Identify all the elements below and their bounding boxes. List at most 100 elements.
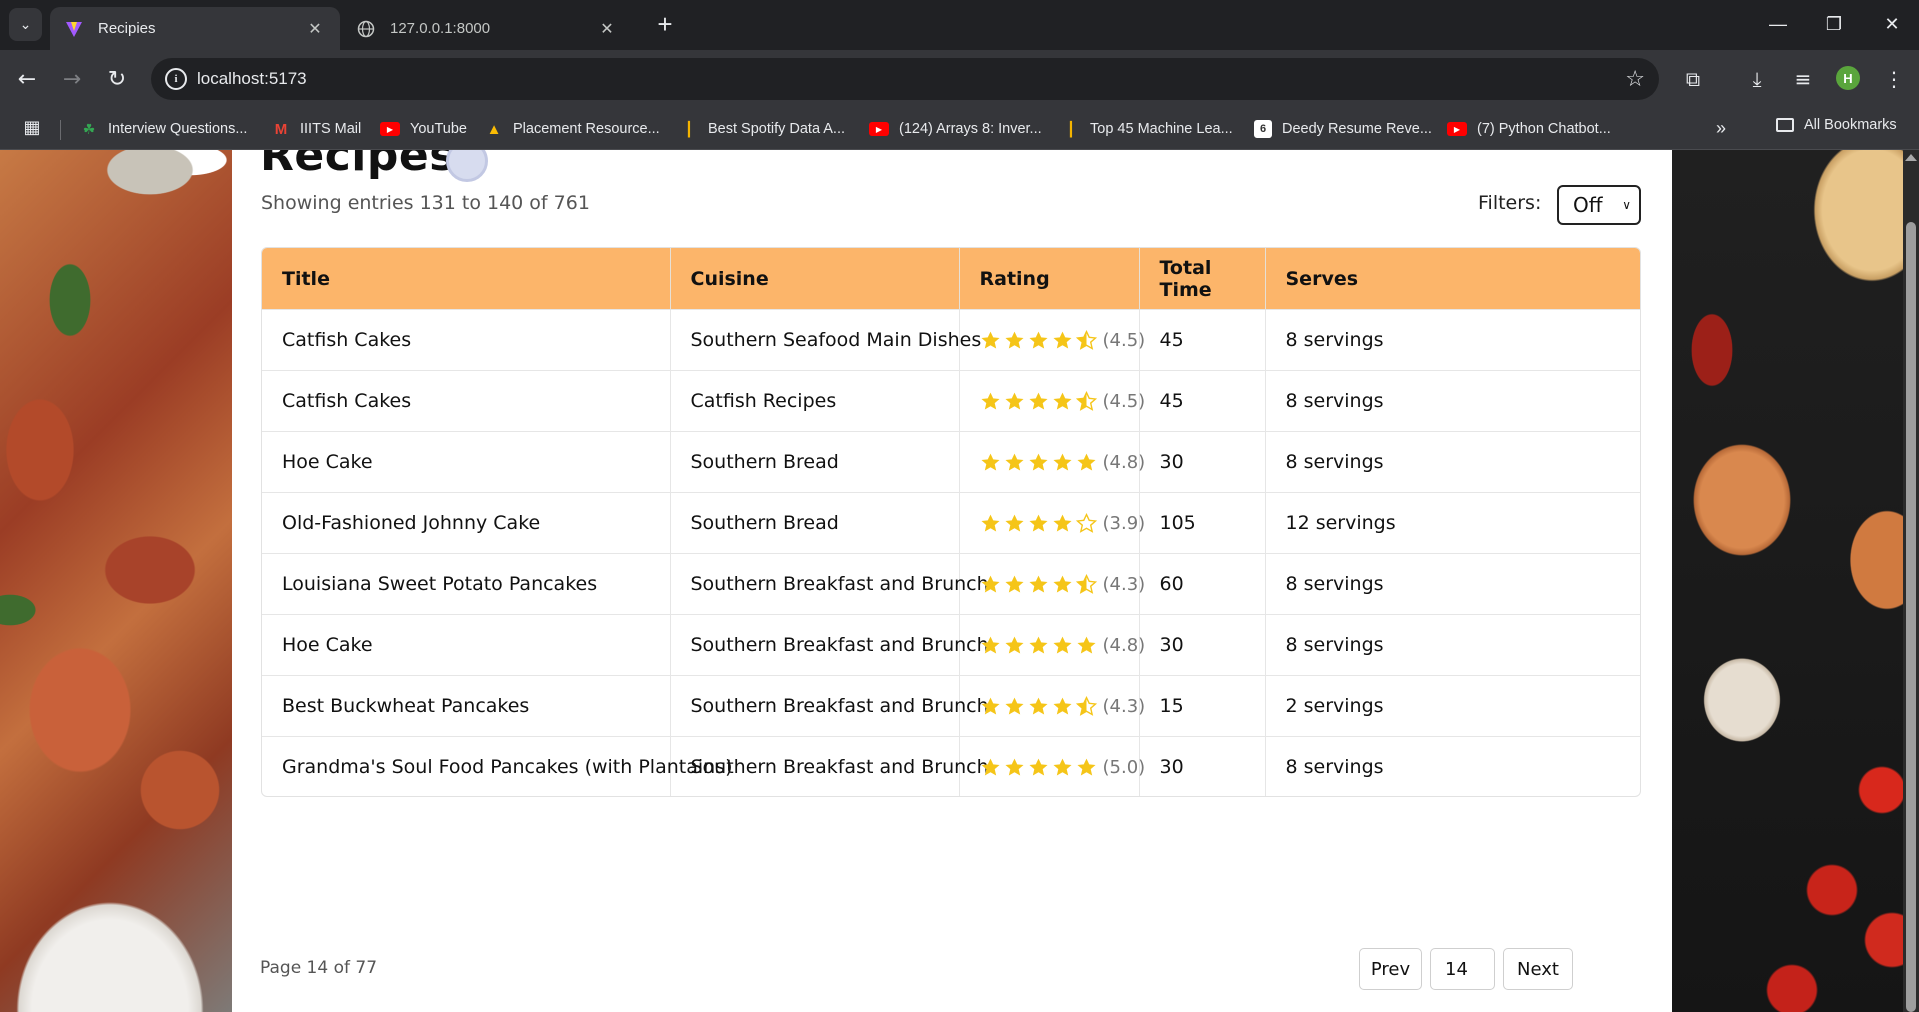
site-info-icon[interactable]: i (165, 68, 187, 90)
star-full-icon (1004, 758, 1024, 776)
star-full-icon (1052, 514, 1072, 532)
tab-title: 127.0.0.1:8000 (390, 20, 491, 37)
all-bookmarks[interactable]: All Bookmarks (1776, 117, 1897, 133)
ingredients-background-image (1672, 150, 1919, 1012)
more-bookmarks-icon[interactable]: » (1716, 118, 1726, 139)
page-title: Recipes (260, 150, 456, 181)
cell-serves: 8 servings (1265, 614, 1640, 676)
table-row[interactable]: Best Buckwheat Pancakes Southern Breakfas… (262, 675, 1640, 737)
star-full-icon (1004, 697, 1024, 715)
restore-icon[interactable]: ❐ (1814, 6, 1854, 42)
bookmark-machine-learning[interactable]: ┃ Top 45 Machine Lea... (1062, 117, 1233, 141)
star-half-icon (1075, 391, 1097, 411)
deedy-icon: 6 (1254, 120, 1272, 138)
table-row[interactable]: Hoe Cake Southern Breakfast and Brunch (4.… (262, 614, 1640, 676)
column-header-cuisine[interactable]: Cuisine (670, 248, 960, 310)
cell-total-time: 30 (1139, 431, 1266, 493)
minimize-icon[interactable]: — (1758, 6, 1798, 42)
browser-toolbar: ← → ↻ i localhost:5173 ☆ ⧉ ⤓ ≡ ⋮ (0, 50, 1919, 108)
bookmark-interview-questions[interactable]: ☘ Interview Questions... (80, 117, 248, 141)
rating-stars (980, 513, 1097, 534)
star-full-icon (1076, 453, 1096, 471)
table-row[interactable]: Catfish Cakes Catfish Recipes (4.5) 45 8 ser… (262, 370, 1640, 432)
table-row[interactable]: Grandma's Soul Food Pancakes (with Plant… (262, 736, 1640, 796)
rating-value: (4.5) (1102, 391, 1146, 412)
bookmark-arrays-video[interactable]: ▶ (124) Arrays 8: Inver... (869, 117, 1042, 141)
cell-total-time: 30 (1139, 614, 1266, 676)
star-full-icon (1052, 758, 1072, 776)
close-tab-icon[interactable]: ✕ (596, 19, 618, 39)
close-window-icon[interactable]: ✕ (1872, 6, 1912, 42)
rating-value: (3.9) (1102, 513, 1146, 534)
youtube-icon: ▶ (869, 122, 889, 136)
column-header-total-time[interactable]: Total Time (1139, 248, 1266, 310)
tab-recipies[interactable]: Recipies ✕ (50, 7, 340, 50)
rating-stars (980, 757, 1097, 778)
rating-stars (980, 391, 1097, 412)
gmail-icon: M (274, 120, 288, 138)
bookmark-youtube[interactable]: ▶ YouTube (380, 117, 467, 141)
column-header-title[interactable]: Title (262, 248, 671, 310)
star-full-icon (1052, 453, 1072, 471)
tab-strip: ⌄ Recipies ✕ 127.0.0.1:8000 ✕ + — ❐ ✕ (0, 0, 1919, 50)
star-full-icon (980, 697, 1000, 715)
cell-title: Best Buckwheat Pancakes (262, 675, 671, 737)
extensions-icon[interactable]: ⧉ (1676, 62, 1710, 96)
tab-search-icon[interactable]: ⌄ (9, 8, 42, 41)
rating-stars (980, 330, 1097, 351)
address-bar[interactable]: i localhost:5173 ☆ (151, 58, 1659, 100)
cell-rating: (3.9) (959, 492, 1145, 554)
table-row[interactable]: Catfish Cakes Southern Seafood Main Dishe… (262, 309, 1640, 371)
cell-rating: (4.5) (959, 370, 1145, 432)
bookmark-python-chatbot[interactable]: ▶ (7) Python Chatbot... (1447, 117, 1611, 141)
cell-cuisine: Catfish Recipes (670, 370, 960, 432)
table-row[interactable]: Old-Fashioned Johnny Cake Southern Bread (… (262, 492, 1640, 554)
back-icon[interactable]: ← (10, 62, 44, 96)
pizza-background-image (0, 150, 232, 1012)
cell-total-time: 45 (1139, 370, 1266, 432)
page-viewport: Recipes Showing entries 131 to 140 of 76… (0, 150, 1919, 1012)
youtube-icon: ▶ (380, 122, 400, 136)
scrollbar-thumb[interactable] (1906, 222, 1916, 1012)
tab-localhost-8000[interactable]: 127.0.0.1:8000 ✕ (342, 7, 632, 50)
cell-total-time: 30 (1139, 736, 1266, 796)
star-full-icon (1004, 331, 1024, 349)
cell-rating: (5.0) (959, 736, 1145, 796)
apps-grid-icon[interactable]: ▦ (22, 117, 42, 138)
bookmark-deedy-resume[interactable]: 6 Deedy Resume Reve... (1254, 117, 1432, 141)
cell-cuisine: Southern Breakfast and Brunch (670, 614, 989, 676)
bars-icon: ┃ (1066, 120, 1076, 137)
bookmark-placement-resources[interactable]: ▲ Placement Resource... (485, 117, 660, 141)
star-full-icon (1028, 575, 1048, 593)
star-full-icon (1028, 636, 1048, 654)
star-full-icon (1004, 453, 1024, 471)
column-header-rating[interactable]: Rating (959, 248, 1140, 310)
drive-icon: ▲ (486, 120, 502, 138)
column-header-serves[interactable]: Serves (1265, 248, 1640, 310)
cell-cuisine: Southern Breakfast and Brunch (670, 553, 989, 615)
new-tab-icon[interactable]: + (650, 9, 680, 39)
cell-title: Hoe Cake (262, 431, 671, 493)
scroll-up-arrow-icon[interactable] (1905, 154, 1917, 161)
profile-avatar[interactable]: H (1836, 66, 1860, 90)
bookmark-iiits-mail[interactable]: M IIITS Mail (272, 117, 361, 141)
rating-stars (980, 635, 1097, 656)
table-row[interactable]: Hoe Cake Southern Bread (4.8) 30 8 servings (262, 431, 1640, 493)
media-control-icon[interactable]: ≡ (1786, 62, 1820, 96)
cell-title: Louisiana Sweet Potato Pancakes (262, 553, 671, 615)
page-number-input[interactable]: 14 (1430, 948, 1495, 990)
bookmark-spotify-data[interactable]: ┃ Best Spotify Data A... (680, 117, 845, 141)
star-half-icon (1075, 574, 1097, 594)
download-icon[interactable]: ⤓ (1740, 62, 1774, 96)
table-row[interactable]: Louisiana Sweet Potato Pancakes Southern … (262, 553, 1640, 615)
next-button[interactable]: Next (1503, 948, 1573, 990)
cell-total-time: 45 (1139, 309, 1266, 371)
menu-icon[interactable]: ⋮ (1877, 62, 1911, 96)
prev-button[interactable]: Prev (1359, 948, 1422, 990)
url-text[interactable]: localhost:5173 (197, 69, 1625, 89)
bookmark-star-icon[interactable]: ☆ (1625, 67, 1645, 92)
forward-icon[interactable]: → (55, 62, 89, 96)
reload-icon[interactable]: ↻ (100, 62, 134, 96)
filters-select[interactable]: Off ∨ (1557, 185, 1641, 225)
close-tab-icon[interactable]: ✕ (304, 19, 326, 39)
